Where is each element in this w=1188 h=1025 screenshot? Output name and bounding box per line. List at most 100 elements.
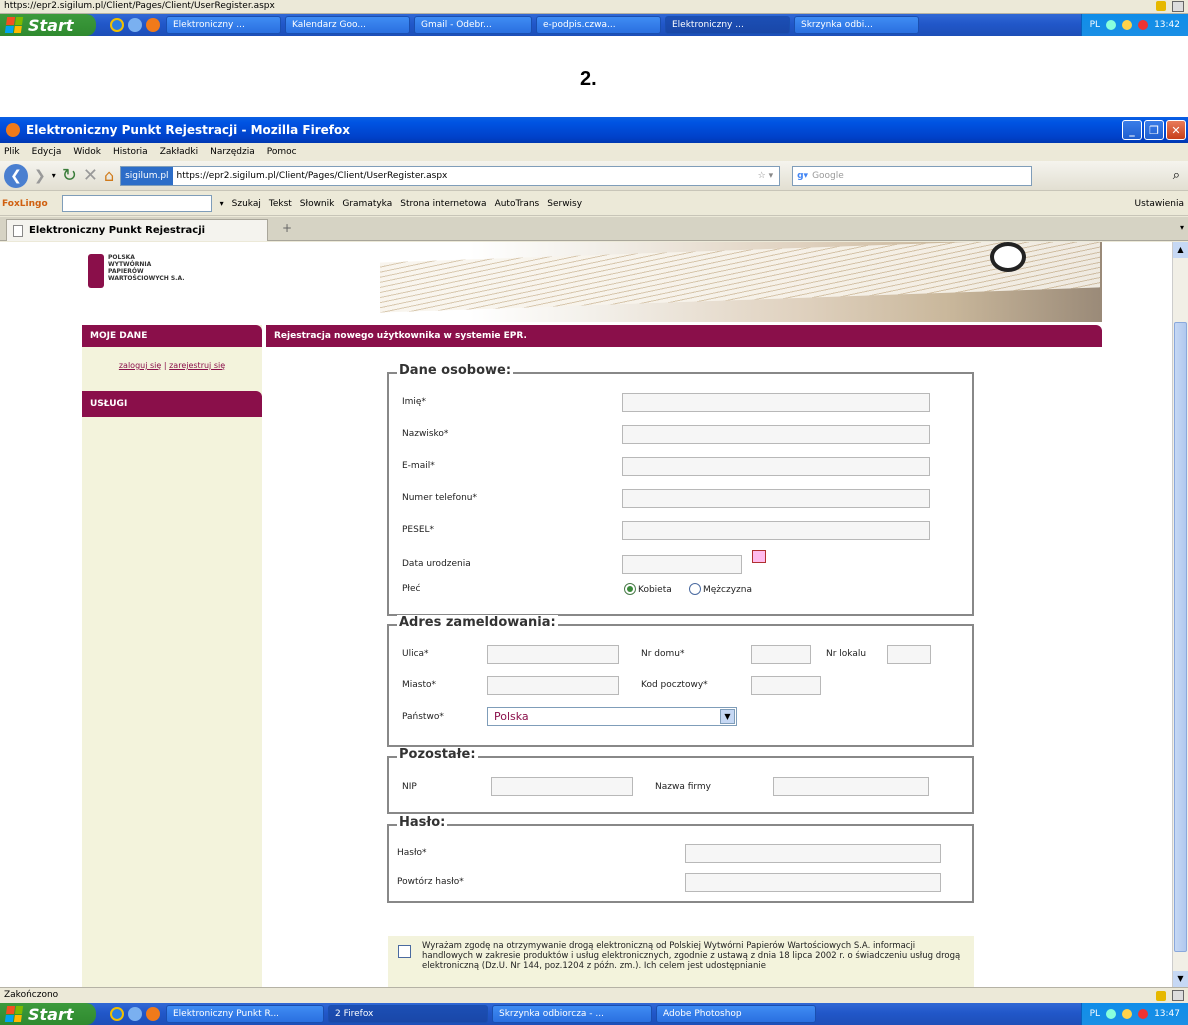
menu-edit[interactable]: Edycja [32, 147, 62, 157]
back-icon[interactable]: ❮ [4, 163, 28, 188]
network-icon[interactable] [1106, 20, 1117, 30]
nip-field[interactable] [491, 777, 633, 796]
menu-history[interactable]: Historia [113, 147, 148, 157]
radio-female[interactable] [624, 583, 636, 595]
task-button[interactable]: Skrzynka odbiorcza - ... [492, 1005, 652, 1023]
label-first-name: Imię* [402, 397, 426, 407]
menu-bookmarks[interactable]: Zakładki [160, 147, 198, 157]
antivirus-icon[interactable] [1138, 1009, 1149, 1019]
task-button-active[interactable]: 2 Firefox [328, 1005, 488, 1023]
home-icon[interactable]: ⌂ [104, 166, 114, 185]
foxlingo-text[interactable]: Tekst [269, 199, 292, 209]
last-name-field[interactable] [622, 425, 930, 444]
foxlingo-website[interactable]: Strona internetowa [400, 199, 486, 209]
ie-icon[interactable] [110, 1007, 124, 1021]
desktop-icon[interactable] [128, 18, 142, 32]
google-icon[interactable]: g▾ [797, 171, 808, 181]
maximize-button[interactable]: ❐ [1144, 120, 1164, 140]
foxlingo-dropdown-icon[interactable]: ▾ [220, 199, 224, 208]
desktop-icon[interactable] [128, 1007, 142, 1021]
apartment-field[interactable] [887, 645, 931, 664]
login-link[interactable]: zaloguj się [119, 361, 161, 370]
search-box[interactable]: g▾ Google [792, 165, 1033, 186]
foxlingo-dictionary[interactable]: Słownik [300, 199, 335, 209]
pesel-field[interactable] [622, 521, 930, 540]
menu-view[interactable]: Widok [73, 147, 101, 157]
system-tray: PL 13:42 [1080, 14, 1188, 36]
lang-indicator[interactable]: PL [1090, 1009, 1100, 1019]
menu-help[interactable]: Pomoc [267, 147, 297, 157]
birth-date-field[interactable] [622, 555, 742, 574]
new-tab-button[interactable]: + [274, 221, 300, 239]
street-field[interactable] [487, 645, 619, 664]
foxlingo-search[interactable]: Szukaj [232, 199, 261, 209]
legend-personal: Dane osobowe: [397, 363, 514, 378]
logo: POLSKA WYTWÓRNIA PAPIERÓW WARTOŚCIOWYCH … [88, 254, 185, 288]
volume-icon[interactable] [1122, 20, 1133, 30]
browser-window: Elektroniczny Punkt Rejestracji - Mozill… [0, 117, 1188, 1025]
radio-male[interactable] [689, 583, 701, 595]
country-select[interactable]: Polska ▼ [487, 707, 737, 726]
task-button[interactable]: Elektroniczny Punkt R... [166, 1005, 324, 1023]
password-repeat-field[interactable] [685, 873, 941, 892]
firefox-icon[interactable] [146, 1007, 160, 1021]
menu-bar: Plik Edycja Widok Historia Zakładki Narz… [0, 143, 1188, 161]
task-button[interactable]: Elektroniczny ... [166, 16, 281, 34]
scroll-thumb[interactable] [1174, 322, 1187, 952]
search-placeholder: Google [812, 170, 844, 181]
start-button[interactable]: Start [0, 1003, 96, 1025]
legend-other: Pozostałe: [397, 747, 478, 762]
menu-tools[interactable]: Narzędzia [210, 147, 255, 157]
url-bar[interactable]: sigilum.pl https://epr2.sigilum.pl/Clien… [120, 165, 781, 186]
tab-list-icon[interactable]: ▾ [1180, 223, 1184, 232]
task-button[interactable]: Skrzynka odbi... [794, 16, 919, 34]
legend-address: Adres zameldowania: [397, 615, 558, 630]
stop-icon[interactable]: ✕ [83, 165, 98, 186]
task-button[interactable]: Gmail - Odebr... [414, 16, 532, 34]
foxlingo-grammar[interactable]: Gramatyka [342, 199, 392, 209]
scroll-down-icon[interactable]: ▼ [1173, 971, 1188, 987]
task-button-active[interactable]: Elektroniczny ... [665, 16, 790, 34]
phone-field[interactable] [622, 489, 930, 508]
foxlingo-logo[interactable]: FoxLingo [2, 199, 48, 209]
foxlingo-settings[interactable]: Ustawienia [1135, 199, 1184, 209]
reload-icon[interactable]: ↻ [62, 165, 77, 186]
link-separator: | [163, 361, 167, 370]
search-icon[interactable]: ⌕ [1173, 168, 1180, 183]
city-field[interactable] [487, 676, 619, 695]
company-name-field[interactable] [773, 777, 929, 796]
vertical-scrollbar[interactable]: ▲ ▼ [1172, 242, 1188, 987]
country-value: Polska [494, 710, 529, 723]
register-link[interactable]: zarejestruj się [169, 361, 225, 370]
task-button[interactable]: Kalendarz Goo... [285, 16, 410, 34]
firefox-icon[interactable] [146, 18, 160, 32]
site-identity-badge[interactable]: sigilum.pl [121, 166, 173, 185]
calendar-icon[interactable] [752, 550, 766, 563]
ie-icon[interactable] [110, 18, 124, 32]
forward-icon[interactable]: ❯ [34, 168, 46, 184]
minimize-button[interactable]: _ [1122, 120, 1142, 140]
foxlingo-input[interactable] [61, 195, 212, 212]
chevron-down-icon[interactable]: ▼ [720, 709, 735, 724]
foxlingo-services[interactable]: Serwisy [547, 199, 582, 209]
bookmark-star-icon[interactable]: ☆ ▾ [758, 171, 773, 181]
tab-active[interactable]: Elektroniczny Punkt Rejestracji [6, 219, 268, 241]
foxlingo-autotrans[interactable]: AutoTrans [495, 199, 540, 209]
postal-code-field[interactable] [751, 676, 821, 695]
task-button[interactable]: e-podpis.czwa... [536, 16, 661, 34]
task-button[interactable]: Adobe Photoshop [656, 1005, 816, 1023]
menu-file[interactable]: Plik [4, 147, 20, 157]
close-button[interactable]: ✕ [1166, 120, 1186, 140]
first-name-field[interactable] [622, 393, 930, 412]
email-field[interactable] [622, 457, 930, 476]
start-button[interactable]: Start [0, 14, 96, 36]
volume-icon[interactable] [1122, 1009, 1133, 1019]
password-field[interactable] [685, 844, 941, 863]
scroll-up-icon[interactable]: ▲ [1173, 242, 1188, 258]
consent-checkbox[interactable] [398, 945, 411, 958]
antivirus-icon[interactable] [1138, 20, 1149, 30]
network-icon[interactable] [1106, 1009, 1117, 1019]
dropdown-icon[interactable]: ▾ [52, 171, 56, 180]
lang-indicator[interactable]: PL [1090, 20, 1100, 30]
house-number-field[interactable] [751, 645, 811, 664]
